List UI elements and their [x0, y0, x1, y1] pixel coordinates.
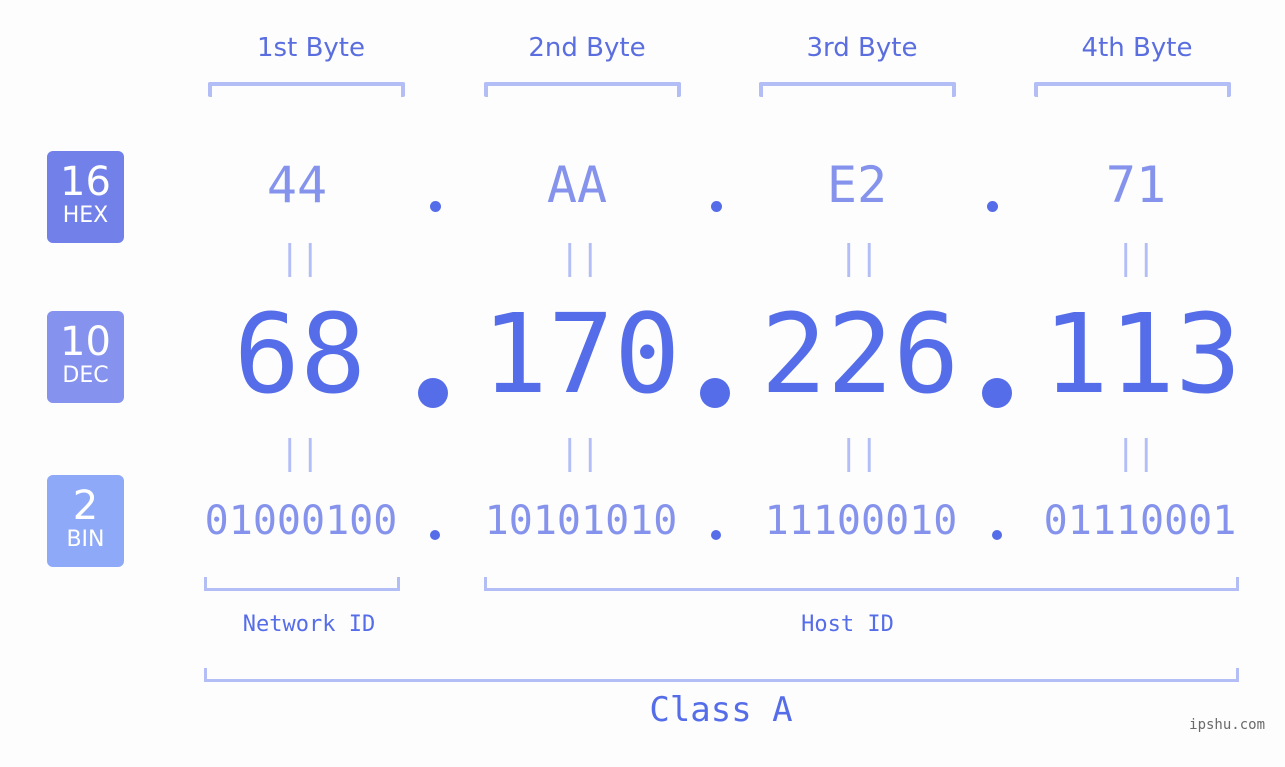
hex-octet-4: 71 — [1105, 156, 1167, 214]
bin-octet-4: 01110001 — [1043, 498, 1237, 544]
watermark: ipshu.com — [1189, 717, 1265, 733]
byte-bracket-1 — [208, 82, 405, 97]
byte-header-3: 3rd Byte — [806, 33, 918, 63]
byte-bracket-4 — [1034, 82, 1231, 97]
host-id-bracket — [484, 577, 1239, 591]
ip-class-label: Class A — [649, 690, 793, 730]
bin-dot-3 — [992, 530, 1002, 540]
hex-octet-1: 44 — [266, 156, 328, 214]
equals-icon: || — [279, 238, 321, 278]
bin-dot-1 — [430, 530, 440, 540]
equals-icon: || — [559, 433, 601, 473]
bin-label: BIN — [66, 527, 105, 552]
bin-octet-3: 11100010 — [764, 498, 958, 544]
dec-octet-2: 170 — [481, 290, 681, 418]
hex-dot-2 — [711, 201, 722, 212]
dec-dot-3 — [982, 378, 1012, 408]
bin-badge: 2 BIN — [47, 475, 124, 567]
equals-icon: || — [838, 433, 880, 473]
dec-base: 10 — [60, 319, 111, 365]
dec-dot-1 — [418, 378, 448, 408]
dec-dot-2 — [700, 378, 730, 408]
equals-icon: || — [1115, 238, 1157, 278]
hex-octet-2: AA — [546, 156, 608, 214]
dec-octet-1: 68 — [233, 290, 367, 418]
bin-octet-2: 10101010 — [484, 498, 678, 544]
equals-icon: || — [1115, 433, 1157, 473]
hex-dot-1 — [430, 201, 441, 212]
hex-dot-3 — [987, 201, 998, 212]
network-id-bracket — [204, 577, 400, 591]
byte-bracket-3 — [759, 82, 956, 97]
byte-bracket-2 — [484, 82, 681, 97]
equals-icon: || — [279, 433, 321, 473]
host-id-label: Host ID — [801, 612, 894, 637]
bin-octet-1: 01000100 — [204, 498, 398, 544]
class-bracket — [204, 668, 1239, 682]
hex-badge: 16 HEX — [47, 151, 124, 243]
equals-icon: || — [559, 238, 601, 278]
byte-header-4: 4th Byte — [1081, 33, 1193, 63]
network-id-label: Network ID — [242, 612, 376, 637]
dec-octet-4: 113 — [1042, 290, 1242, 418]
byte-header-1: 1st Byte — [257, 33, 365, 63]
hex-octet-3: E2 — [826, 156, 888, 214]
hex-base: 16 — [60, 159, 111, 205]
bin-base: 2 — [72, 483, 99, 529]
dec-badge: 10 DEC — [47, 311, 124, 403]
byte-header-2: 2nd Byte — [528, 33, 646, 63]
equals-icon: || — [838, 238, 880, 278]
hex-label: HEX — [62, 203, 109, 228]
dec-label: DEC — [62, 363, 109, 388]
bin-dot-2 — [711, 530, 721, 540]
dec-octet-3: 226 — [760, 290, 960, 418]
